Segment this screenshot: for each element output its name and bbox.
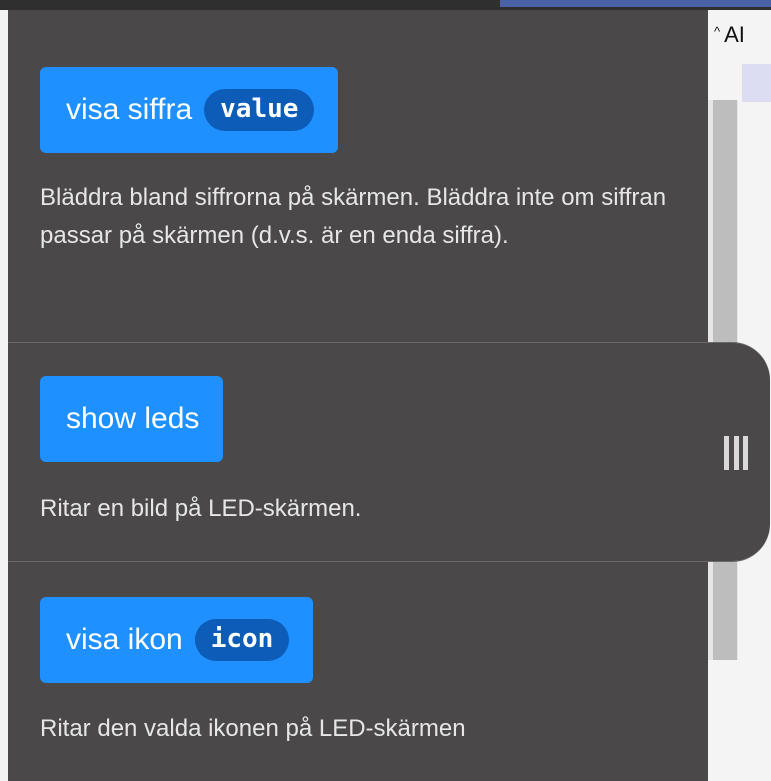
side-panel-selected-row[interactable] — [742, 64, 771, 102]
side-panel-header[interactable]: ^ AI — [714, 22, 745, 48]
block-description: Ritar en bild på LED-skärmen. — [40, 495, 362, 522]
block-param-icon[interactable]: icon — [194, 619, 290, 661]
block-show-leds[interactable]: show leds — [40, 376, 224, 462]
block-show-number[interactable]: visa siffra value — [40, 67, 339, 153]
page: ^ AI visa siffra value Bläddra bland siff… — [0, 0, 771, 781]
flyout-entry-show-leds: show leds Ritar en bild på LED-skärmen. — [8, 342, 770, 562]
block-show-icon[interactable]: visa ikon icon — [40, 597, 314, 683]
drag-handle-icon[interactable] — [724, 436, 748, 470]
block-param-value[interactable]: value — [204, 89, 315, 131]
block-description: Bläddra bland siffrorna på skärmen. Bläd… — [40, 184, 667, 249]
caret-up-icon[interactable]: ^ — [714, 24, 720, 39]
block-label: show leds — [66, 402, 200, 435]
block-label: visa siffra — [66, 93, 193, 126]
flyout-entry-show-number: visa siffra value Bläddra bland siffrorn… — [8, 10, 708, 342]
side-panel-header-label: AI — [724, 22, 745, 47]
top-edge-accent — [500, 0, 771, 7]
block-description: Ritar den valda ikonen på LED-skärmen — [40, 715, 466, 742]
block-label: visa ikon — [66, 623, 183, 656]
flyout-entry-show-icon: visa ikon icon Ritar den valda ikonen på… — [8, 562, 708, 781]
